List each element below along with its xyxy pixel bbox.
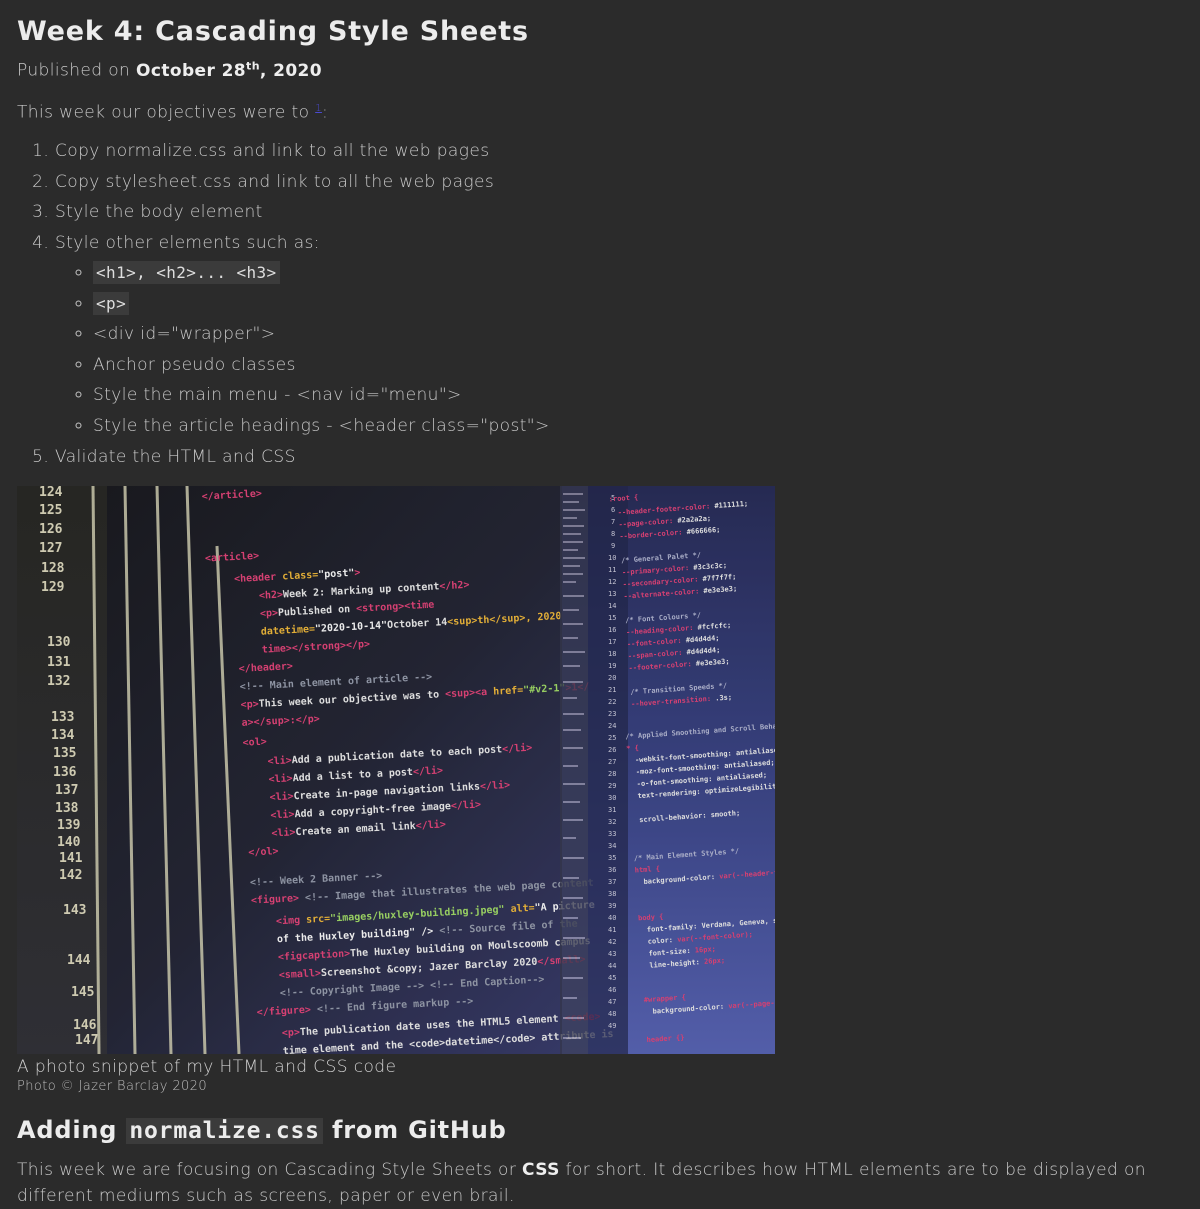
sub-objective-item: Style the article headings - <header cla… <box>93 411 1200 442</box>
sub-objective-item: <h1>, <h2>... <h3> <box>93 258 1200 289</box>
page-title: Week 4: Cascading Style Sheets <box>17 16 529 47</box>
objective-item: Copy normalize.css and link to all the w… <box>55 136 1200 166</box>
figure-credit: Photo © Jazer Barclay 2020 <box>17 1078 208 1094</box>
published-year: , 2020 <box>259 60 323 81</box>
sub-objective-item: Style the main menu - <nav id="menu"> <box>93 380 1200 411</box>
figure-caption: A photo snippet of my HTML and CSS code <box>17 1056 397 1077</box>
inline-code: <h1>, <h2>... <h3> <box>93 260 280 284</box>
objectives-intro: This week our objectives were to 1: <box>17 97 1200 125</box>
paragraph-strong: CSS <box>522 1159 560 1180</box>
sub-objective-item: Anchor pseudo classes <box>93 350 1200 381</box>
published-prefix: Published on <box>17 60 137 81</box>
footnote-link[interactable]: 1 <box>315 103 322 114</box>
code-photo-figure: 124 125 126 127 128 129 130 131 132 133 … <box>17 485 775 1096</box>
published-day: October 28 <box>136 60 247 81</box>
section-heading-prefix: Adding <box>17 1115 127 1144</box>
intro-text: This week our objectives were to <box>17 102 316 123</box>
inline-code: <p> <box>93 291 130 315</box>
objective-item: Style the body element <box>55 197 1200 227</box>
objectives-list: Copy normalize.css and link to all the w… <box>17 136 1200 472</box>
article-page: Week 4: Cascading Style Sheets Published… <box>0 0 1200 1209</box>
section-heading: Adding normalize.css from GitHub <box>17 1114 1200 1147</box>
published-date: Published on October 28th, 2020 <box>17 54 1200 83</box>
published-ordinal: th <box>246 59 260 72</box>
section-paragraph: This week we are focusing on Cascading S… <box>17 1157 1197 1209</box>
paragraph-text: This week we are focusing on Cascading S… <box>17 1159 523 1180</box>
section-heading-suffix: from GitHub <box>322 1115 507 1144</box>
objective-item: Style other elements such as: <h1>, <h2>… <box>55 228 1200 442</box>
sub-objective-item: <div id="wrapper"> <box>93 319 1200 350</box>
sub-objective-item: <p> <box>93 289 1200 320</box>
section-heading-code: normalize.css <box>126 1117 323 1144</box>
objective-item: Copy stylesheet.css and link to all the … <box>55 167 1200 197</box>
code-photo: 124 125 126 127 128 129 130 131 132 133 … <box>17 485 775 1054</box>
sub-objectives-list: <h1>, <h2>... <h3> <p> <div id="wrapper"… <box>55 258 1200 442</box>
objective-item-label: Style other elements such as: <box>55 232 320 253</box>
objective-item: Validate the HTML and CSS <box>55 442 1200 472</box>
published-date-value: October 28th, 2020 <box>136 59 323 81</box>
intro-suffix: : <box>321 102 329 123</box>
